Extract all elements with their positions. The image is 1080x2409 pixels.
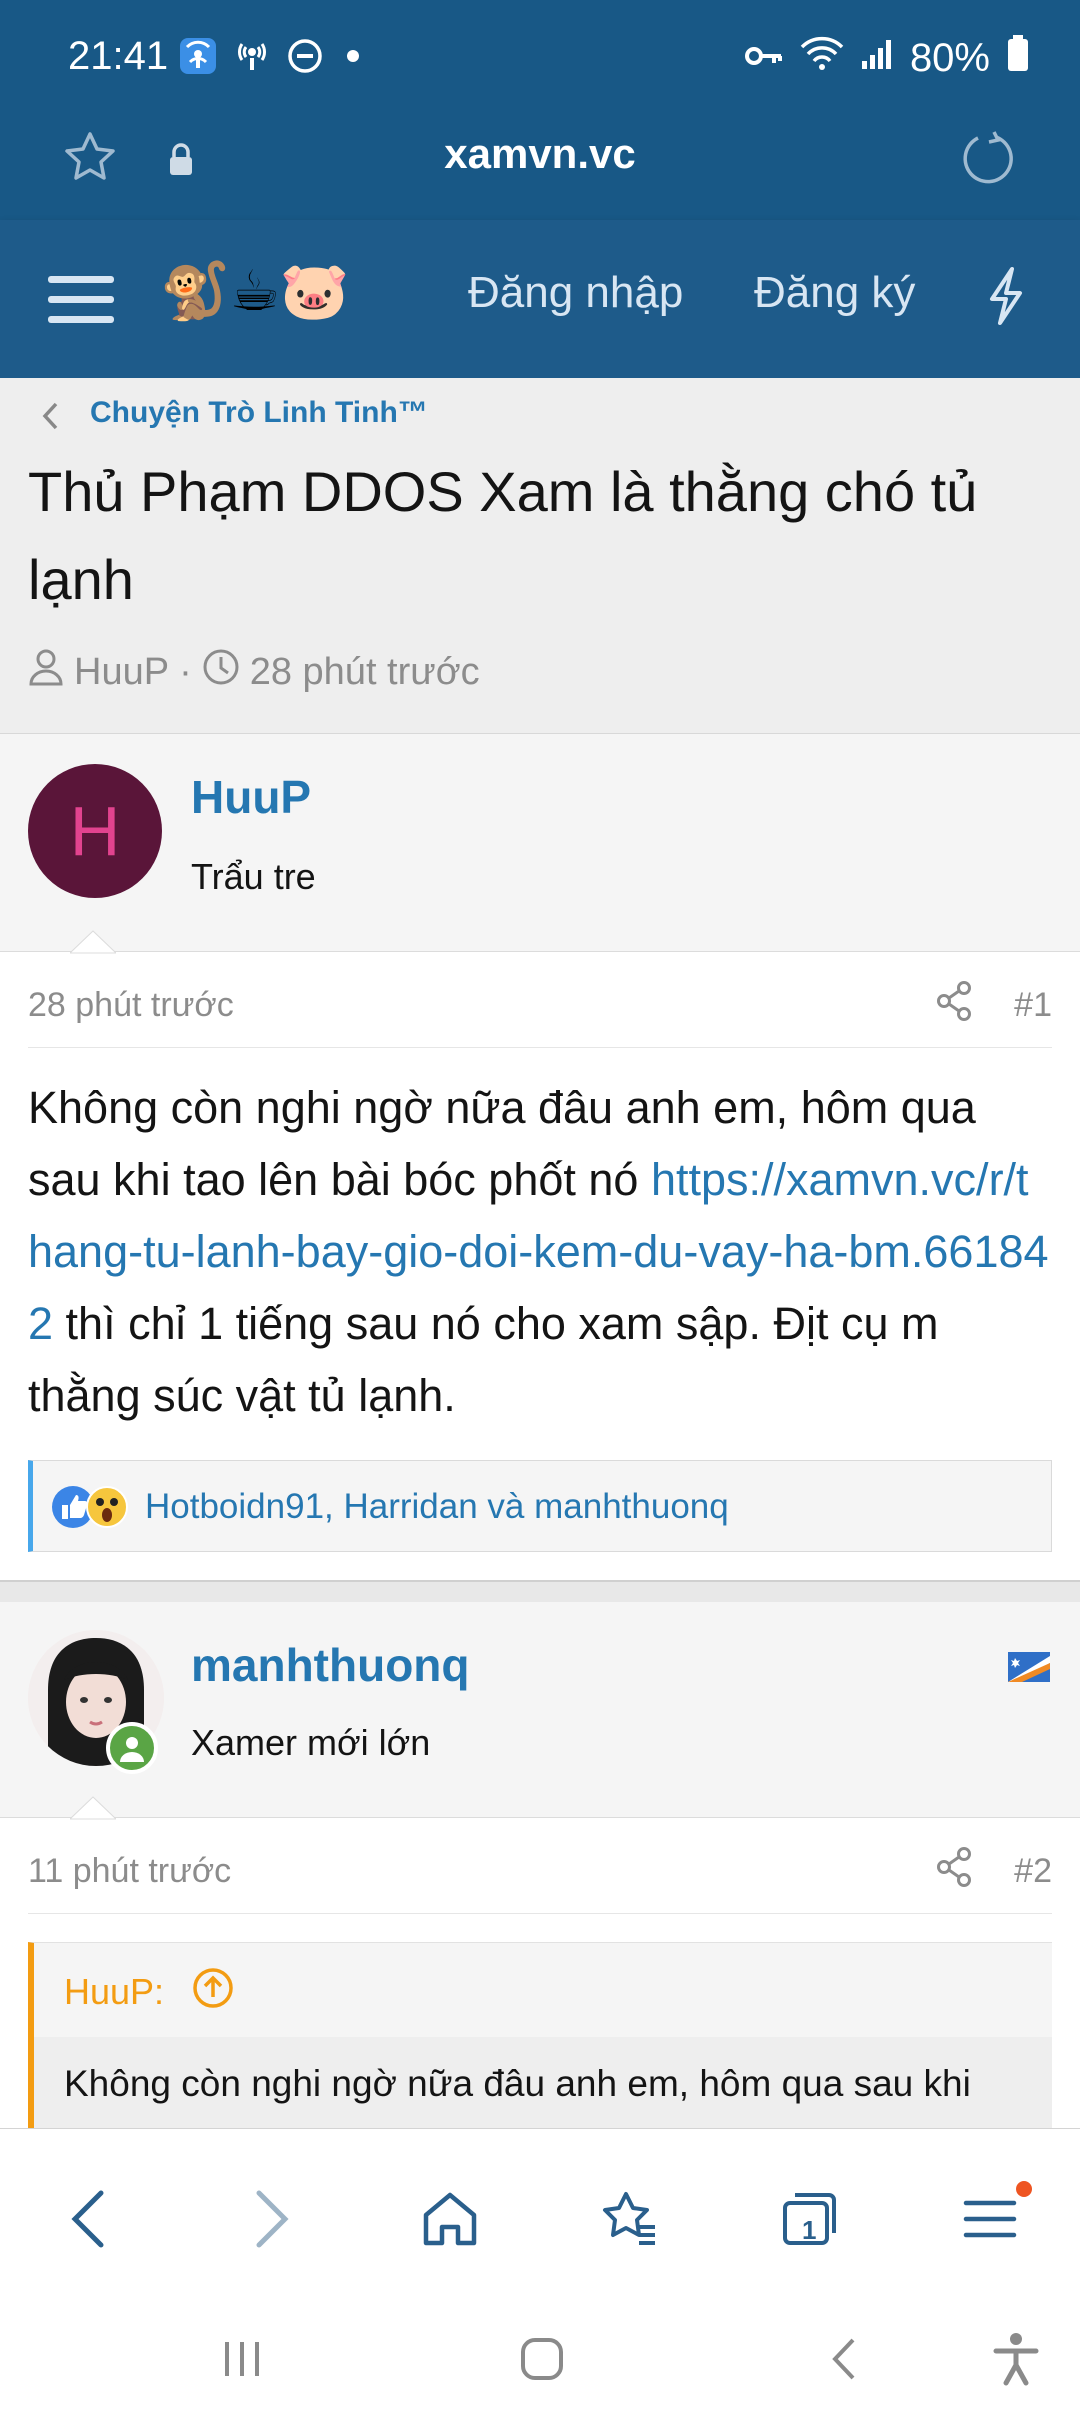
page-title: Thủ Phạm DDOS Xam là thằng chó tủ lạnh bbox=[28, 460, 978, 611]
forward-button[interactable] bbox=[222, 2169, 322, 2269]
home-button[interactable] bbox=[400, 2169, 500, 2269]
post-time[interactable]: 11 phút trước bbox=[28, 1852, 231, 1891]
lightning-icon[interactable] bbox=[986, 266, 1026, 331]
post-time[interactable]: 28 phút trước bbox=[28, 986, 234, 1025]
user-title: Xamer mới lớn bbox=[191, 1722, 431, 1763]
user-title: Trẩu tre bbox=[191, 856, 316, 897]
recent-apps-button[interactable] bbox=[192, 2309, 292, 2409]
site-logo-emojis[interactable]: 🐒☕🐷 bbox=[160, 258, 350, 324]
quote-text: Không còn nghi ngờ nữa đâu anh em, hôm q… bbox=[64, 2063, 971, 2104]
register-link[interactable]: Đăng ký bbox=[754, 268, 915, 318]
system-back-button[interactable] bbox=[796, 2309, 896, 2409]
thread-author[interactable]: HuuP bbox=[74, 651, 169, 694]
post-username[interactable]: manhthuonq bbox=[191, 1638, 470, 1692]
post-header-1: 28 phút trước #1 bbox=[28, 952, 1052, 1048]
online-status-icon bbox=[106, 1722, 158, 1774]
bookmarks-button[interactable] bbox=[580, 2169, 680, 2269]
post-number[interactable]: #2 bbox=[1014, 1852, 1052, 1891]
thread-time[interactable]: 28 phút trước bbox=[250, 651, 480, 694]
site-nav: 🐒☕🐷 Đăng nhập Đăng ký bbox=[0, 220, 1080, 378]
home-nav-button[interactable] bbox=[492, 2309, 592, 2409]
post-divider bbox=[0, 1580, 1080, 1602]
reactions-bar[interactable]: Hotboidn91, Harridan và manhthuonq bbox=[28, 1460, 1052, 1552]
notification-dot-icon bbox=[1016, 2181, 1032, 2197]
wifi-icon bbox=[800, 35, 844, 81]
quote-author[interactable]: HuuP: bbox=[64, 1971, 164, 2013]
quote-header[interactable]: HuuP: bbox=[34, 1943, 1052, 2037]
login-link[interactable]: Đăng nhập bbox=[468, 268, 683, 318]
signal-icon bbox=[860, 36, 894, 81]
tab-count: 1 bbox=[802, 2215, 817, 2245]
post-header-2: 11 phút trước #2 bbox=[28, 1818, 1052, 1914]
browser-bottom-bar: 1 bbox=[0, 2128, 1080, 2400]
user-icon bbox=[28, 648, 64, 696]
tabs-button[interactable]: 1 bbox=[760, 2169, 860, 2269]
status-left-icons bbox=[178, 36, 368, 81]
chevron-left-icon[interactable] bbox=[40, 400, 62, 437]
status-right: 80% bbox=[744, 34, 1030, 82]
share-icon[interactable] bbox=[934, 980, 974, 1031]
accessibility-icon[interactable] bbox=[966, 2309, 1066, 2409]
url-text[interactable]: xamvn.vc bbox=[0, 130, 1080, 178]
share-icon[interactable] bbox=[934, 1846, 974, 1897]
reactions-list[interactable]: Hotboidn91, Harridan và manhthuonq bbox=[145, 1487, 729, 1527]
post-username[interactable]: HuuP bbox=[191, 770, 311, 824]
clock-icon bbox=[202, 648, 240, 696]
breadcrumb[interactable]: Chuyện Trò Linh Tinh™ bbox=[90, 396, 428, 430]
post-user-block-1: H HuuP Trẩu tre bbox=[0, 734, 1080, 954]
flag-icon bbox=[1008, 1652, 1050, 1687]
nfc-icon bbox=[232, 36, 272, 81]
vpn-key-icon bbox=[744, 36, 784, 81]
battery-icon bbox=[1006, 34, 1030, 82]
battery-text: 80% bbox=[909, 35, 990, 80]
back-button[interactable] bbox=[38, 2169, 138, 2269]
arrow-up-circle-icon[interactable] bbox=[192, 1967, 234, 2014]
dot-icon bbox=[338, 41, 368, 76]
dnd-icon bbox=[286, 37, 324, 80]
status-time: 21:41 bbox=[68, 34, 169, 78]
wow-reaction-icon bbox=[85, 1485, 129, 1538]
status-bar: 21:41 80% bbox=[0, 0, 1080, 120]
thread-header: Chuyện Trò Linh Tinh™ Thủ Phạm DDOS Xam … bbox=[0, 378, 1080, 734]
browser-header: 21:41 80% xamvn.vc bbox=[0, 0, 1080, 220]
quote-block: HuuP: Không còn nghi ngờ nữa đâu anh em,… bbox=[28, 1942, 1052, 2143]
menu-button[interactable] bbox=[940, 2169, 1040, 2269]
post-text-continued: thì chỉ 1 tiếng sau nó cho xam sập. Địt … bbox=[28, 1298, 939, 1421]
thread-meta: HuuP · 28 phút trước bbox=[28, 648, 480, 696]
avatar[interactable]: H bbox=[28, 764, 162, 898]
hamburger-menu-icon[interactable] bbox=[48, 270, 114, 335]
meta-separator: · bbox=[179, 650, 192, 693]
post-user-block-2: manhthuonq Xamer mới lớn bbox=[0, 1602, 1080, 1820]
hotspot-icon bbox=[178, 36, 218, 81]
post-body-1: Không còn nghi ngờ nữa đâu anh em, hôm q… bbox=[28, 1072, 1052, 1432]
post-number[interactable]: #1 bbox=[1014, 986, 1052, 1025]
